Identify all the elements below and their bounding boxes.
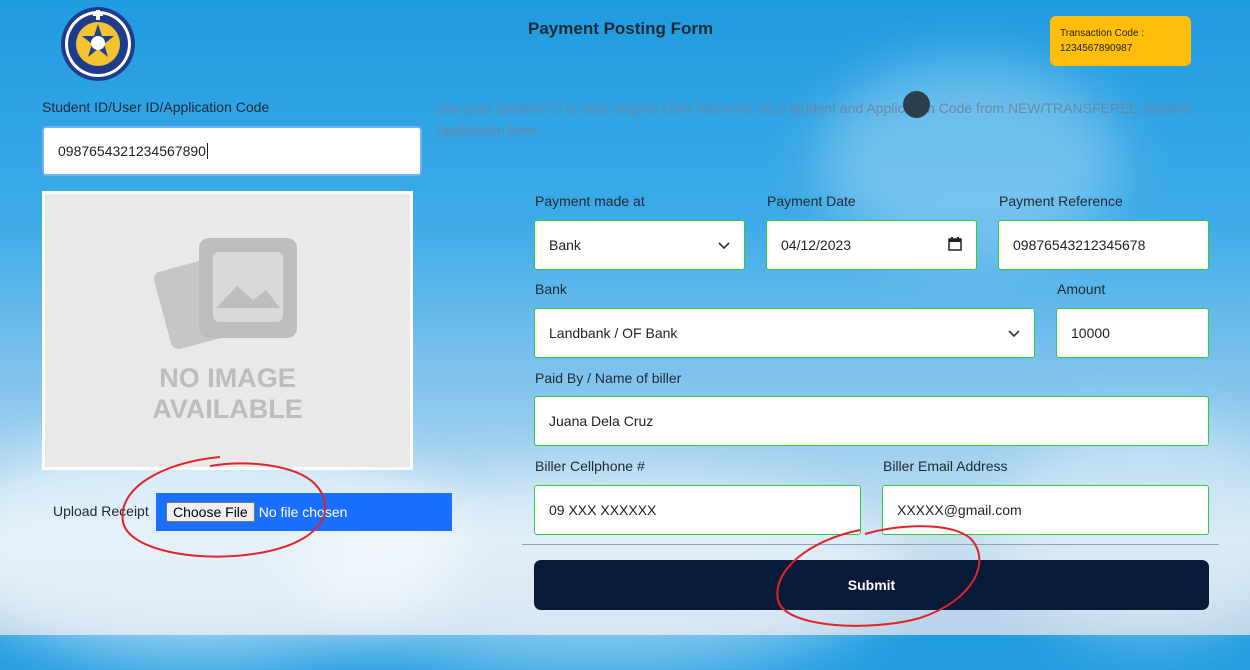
payment-reference-label: Payment Reference — [999, 193, 1123, 209]
chevron-down-icon — [1008, 326, 1020, 341]
bank-value: Landbank / OF Bank — [549, 325, 678, 341]
payment-reference-value: 09876543212345678 — [1013, 237, 1146, 253]
no-image-text-line1: NO IMAGE — [159, 363, 296, 393]
payment-made-at-select[interactable]: Bank — [534, 220, 745, 270]
annotation-circle-submit — [776, 525, 981, 627]
school-logo — [60, 2, 136, 86]
transaction-code-label: Transaction Code : — [1060, 28, 1145, 39]
chevron-down-icon — [718, 238, 730, 253]
paid-by-value: Juana Dela Cruz — [549, 413, 654, 429]
biller-email-value: XXXXX@gmail.com — [897, 502, 1022, 518]
bank-label: Bank — [535, 281, 567, 297]
bank-select[interactable]: Landbank / OF Bank — [534, 308, 1035, 358]
calendar-icon[interactable] — [948, 236, 962, 254]
transaction-code-value: 1234567890987 — [1060, 43, 1133, 54]
amount-input[interactable]: 10000 — [1056, 308, 1209, 358]
annotation-circle-upload — [121, 456, 327, 558]
student-id-label: Student ID/User ID/Application Code — [42, 99, 270, 115]
biller-email-label: Biller Email Address — [883, 458, 1008, 474]
amount-label: Amount — [1057, 281, 1106, 297]
transaction-code-badge: Transaction Code : 1234567890987 — [1050, 16, 1191, 66]
amount-value: 10000 — [1071, 325, 1110, 341]
payment-reference-input[interactable]: 09876543212345678 — [998, 220, 1209, 270]
payment-date-value: 04/12/2023 — [781, 237, 852, 253]
payment-date-input[interactable]: 04/12/2023 — [766, 220, 977, 270]
paid-by-label: Paid By / Name of biller — [535, 370, 682, 386]
payment-made-at-value: Bank — [549, 237, 581, 253]
paid-by-input[interactable]: Juana Dela Cruz — [534, 396, 1209, 446]
payment-date-label: Payment Date — [767, 193, 856, 209]
student-id-value: 0987654321234567890 — [58, 143, 206, 159]
receipt-image-preview: NO IMAGE AVAILABLE — [42, 191, 413, 470]
biller-cellphone-value: 09 XXX XXXXXX — [549, 502, 657, 518]
page-title: Payment Posting Form — [528, 19, 714, 38]
biller-cellphone-label: Biller Cellphone # — [535, 458, 645, 474]
text-caret — [206, 143, 208, 159]
image-placeholder-icon — [154, 238, 297, 350]
no-image-text-line2: AVAILABLE — [152, 394, 303, 424]
student-id-input[interactable]: 0987654321234567890 — [42, 126, 422, 176]
cursor-dot — [903, 91, 930, 118]
payment-made-at-label: Payment made at — [535, 193, 645, 209]
student-id-help-text: Use your Student ID or your original Use… — [436, 100, 1191, 138]
